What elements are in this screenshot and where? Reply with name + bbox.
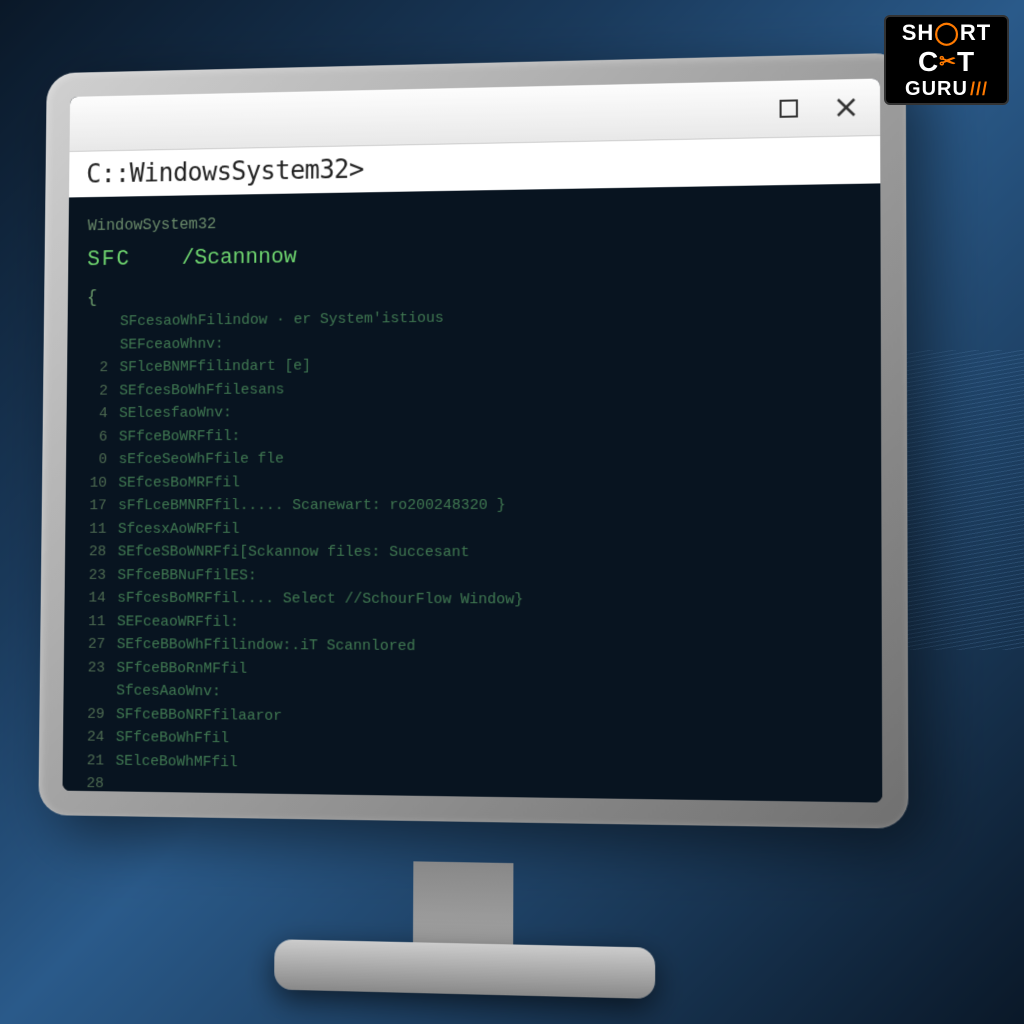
- line-number: 29: [82, 703, 116, 726]
- line-number: 10: [85, 472, 119, 494]
- line-number: 6: [85, 426, 119, 448]
- line-number: 0: [85, 449, 119, 471]
- line-number: 4: [86, 403, 120, 425]
- logo-text: SH: [902, 20, 935, 46]
- logo-o-icon: ◯: [934, 20, 960, 46]
- shortcut-guru-logo: SH ◯ RT C ✂ T GURU ///: [884, 15, 1009, 105]
- screen: C::WindowsSystem32> WindowSystem32 SFC /…: [62, 78, 882, 802]
- line-text: sFfcesBoMRFfil.... Select //SchourFlow W…: [117, 588, 861, 614]
- line-number: [86, 334, 120, 356]
- line-number: 28: [84, 542, 118, 564]
- cmd-sfc: SFC: [87, 247, 131, 272]
- terminal-line: 23SFfceBBNuFfilES:: [84, 565, 861, 590]
- line-number: 23: [83, 657, 117, 679]
- line-text: SEfcesBoMRFfil: [118, 470, 860, 494]
- cmd-arg: /Scannnow: [182, 245, 297, 271]
- terminal-line: 14sFfcesBoMRFfil.... Select //SchourFlow…: [84, 588, 861, 614]
- line-number: 21: [82, 750, 116, 773]
- line-number: 23: [84, 565, 118, 587]
- terminal-output[interactable]: WindowSystem32 SFC /Scannnow { SFcesaoWh…: [62, 183, 882, 802]
- line-number: 24: [82, 727, 116, 750]
- logo-text: C: [918, 46, 939, 78]
- terminal-header: WindowSystem32: [88, 202, 860, 238]
- logo-text: GURU: [905, 78, 968, 101]
- line-number: [87, 311, 121, 333]
- line-text: SEfceSBoWNRFfi[Sckannow files: Succesant: [118, 542, 861, 566]
- line-text: SFfceBBNuFfilES:: [117, 565, 860, 590]
- line-text: SfcesxAoWRFfil: [118, 518, 861, 541]
- close-icon: [835, 96, 858, 119]
- current-path: C::WindowsSystem32>: [86, 155, 364, 189]
- square-icon: [780, 99, 798, 117]
- scissors-icon: ✂: [939, 49, 957, 74]
- monitor-container: C::WindowsSystem32> WindowSystem32 SFC /…: [30, 60, 950, 980]
- terminal-line: 11SfcesxAoWRFfil: [84, 518, 860, 541]
- logo-text: T: [957, 46, 975, 78]
- line-number: [83, 680, 117, 703]
- line-text: SEFceaoWRFfil:: [117, 611, 861, 638]
- terminal-command: SFC /Scannnow: [87, 232, 860, 276]
- monitor-bezel: C::WindowsSystem32> WindowSystem32 SFC /…: [38, 53, 908, 829]
- line-number: 14: [84, 588, 118, 610]
- terminal-line: 28SEfceSBoWNRFfi[Sckannow files: Succesa…: [84, 542, 861, 566]
- slashes-icon: ///: [970, 79, 988, 100]
- terminal-line: 17sFfLceBMNRFfil..... Scanewart: ro20024…: [85, 494, 861, 517]
- terminal-line: 0sEfceSeoWhFfile fle: [85, 446, 860, 471]
- line-number: 27: [83, 634, 117, 656]
- line-number: 29: [81, 796, 115, 802]
- line-text: SElcesfaoWnv:: [119, 399, 860, 426]
- line-number: 28: [82, 773, 116, 796]
- terminal-line: 10SEfcesBoMRFfil: [85, 470, 861, 494]
- terminal-line: 2SEfcesBoWhFfilesans: [86, 375, 860, 403]
- line-text: sFfLceBMNRFfil..... Scanewart: ro2002483…: [118, 494, 861, 517]
- close-button[interactable]: [833, 94, 860, 121]
- line-text: SEfcesBoWhFfilesans: [119, 375, 860, 403]
- line-number: 2: [86, 357, 120, 379]
- line-text: SFfceBoWRFfil:: [119, 423, 861, 449]
- terminal-line: 4SElcesfaoWnv:: [86, 399, 861, 426]
- line-number: 11: [84, 518, 118, 540]
- line-number: 11: [83, 611, 117, 633]
- terminal-line: 6SFfceBoWRFfil:: [85, 423, 860, 449]
- line-number: 2: [86, 380, 120, 402]
- terminal-line: 11SEFceaoWRFfil:: [83, 611, 861, 638]
- line-text: sEfceSeoWhFfile fle: [119, 446, 861, 471]
- maximize-button[interactable]: [775, 95, 802, 122]
- line-number: 17: [85, 495, 119, 517]
- monitor-base: [274, 939, 655, 999]
- logo-text: RT: [960, 20, 991, 46]
